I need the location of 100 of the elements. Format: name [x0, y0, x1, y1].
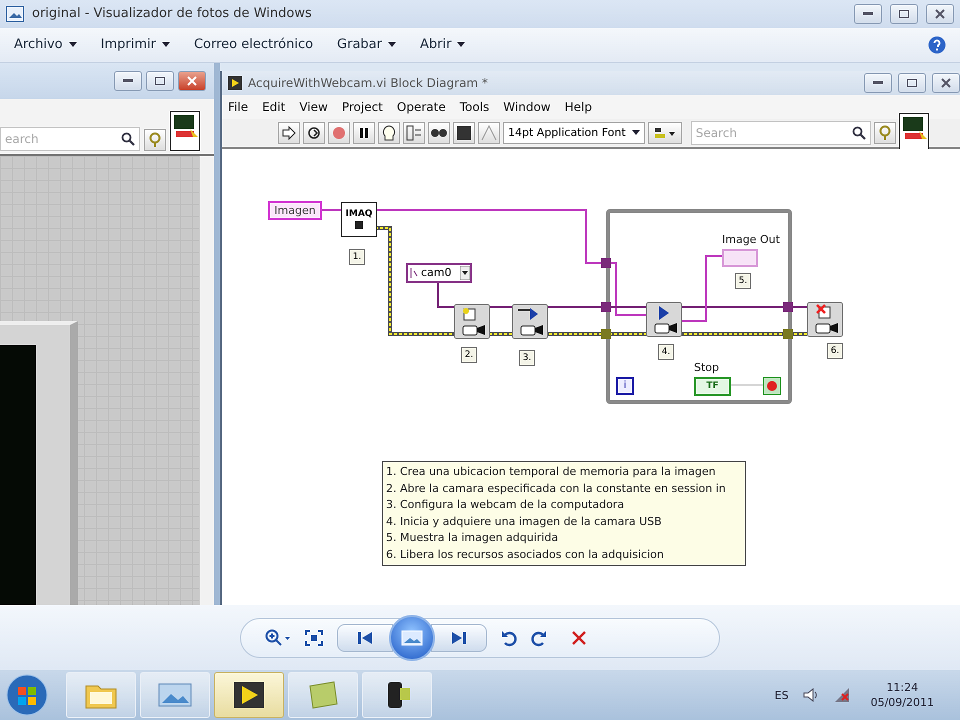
next-button[interactable] — [431, 624, 487, 652]
maximize-button[interactable] — [890, 4, 918, 24]
run-arrow-icon — [281, 124, 297, 141]
minimize-button[interactable] — [854, 4, 882, 24]
taskbar-button[interactable] — [214, 672, 284, 718]
close-icon — [941, 78, 951, 88]
tunnel — [601, 258, 611, 268]
rotate-right-button[interactable] — [531, 628, 547, 647]
language-indicator: ES — [774, 688, 789, 702]
search-icon — [121, 132, 135, 146]
run-continuously-icon — [306, 124, 322, 141]
menu-item[interactable]: Correo electrónico — [194, 35, 314, 54]
maximize-icon — [907, 78, 917, 87]
maximize-button[interactable] — [146, 70, 174, 91]
menu-item[interactable]: Archivo — [14, 35, 77, 54]
align-button[interactable] — [648, 122, 682, 144]
camera-function-node — [807, 302, 843, 337]
close-icon — [187, 76, 197, 86]
tunnel — [601, 328, 611, 339]
delete-button[interactable] — [571, 630, 587, 646]
stop-control: TF — [694, 376, 731, 396]
iteration-terminal: i — [616, 376, 634, 395]
stop-terminal-icon — [763, 376, 781, 395]
abort-icon — [331, 124, 347, 141]
close-button[interactable] — [926, 4, 954, 24]
stop-label: Stop — [694, 360, 720, 374]
toolbar-button[interactable] — [378, 122, 400, 144]
menu-item[interactable]: Project — [342, 100, 383, 114]
dropdown-icon — [460, 266, 470, 280]
step-label: 2. — [461, 346, 477, 363]
window-title: AcquireWithWebcam.vi Block Diagram * — [248, 76, 489, 90]
menu-item[interactable]: Operate — [396, 100, 446, 114]
tunnel — [783, 302, 793, 312]
resource-icon — [410, 266, 418, 279]
step-label: 4. — [658, 344, 674, 360]
close-icon — [935, 8, 945, 19]
step-label: 1. — [349, 248, 365, 265]
toolbar-button[interactable] — [428, 122, 450, 144]
previous-button[interactable] — [337, 624, 393, 652]
font-dropdown[interactable]: 14pt Application Font — [503, 122, 645, 144]
maximize-icon — [899, 10, 909, 18]
imaq-create-node: IMAQ — [341, 202, 377, 237]
photo-viewer-icon — [158, 681, 192, 710]
photo-viewer-icon — [6, 6, 24, 22]
speaker-icon — [802, 688, 819, 702]
actual-size-button[interactable] — [305, 630, 323, 646]
start-button[interactable] — [6, 674, 48, 716]
previous-icon — [357, 632, 373, 644]
menu-item[interactable]: Imprimir — [100, 35, 170, 54]
menu-item[interactable]: View — [299, 100, 328, 114]
film-play-icon — [232, 680, 266, 710]
clock[interactable]: 11:24 05/09/2011 — [864, 680, 940, 710]
step-label: 5. — [735, 272, 751, 289]
indicator-label: Image Out — [722, 232, 780, 246]
search-icon — [852, 126, 866, 140]
maximize-button[interactable] — [898, 72, 926, 93]
close-button[interactable] — [932, 72, 960, 93]
zoom-icon — [265, 628, 291, 647]
image-indicator — [722, 248, 758, 267]
context-help-button[interactable] — [144, 128, 166, 151]
play-icon — [228, 76, 242, 90]
camera-function-node — [646, 302, 682, 337]
minimize-icon — [123, 79, 133, 82]
camera-function-node — [512, 304, 548, 339]
minimize-button[interactable] — [864, 72, 892, 93]
minimize-icon — [863, 12, 873, 16]
minimize-icon — [873, 81, 883, 84]
zoom-button[interactable] — [265, 628, 291, 647]
context-help-button[interactable] — [874, 122, 896, 144]
toolbar-button[interactable] — [303, 122, 325, 144]
toolbar-button[interactable] — [403, 122, 425, 144]
delete-icon — [571, 630, 587, 646]
menu-item[interactable]: Window — [503, 100, 551, 114]
toolbar-button[interactable] — [353, 122, 375, 144]
tunnel — [783, 328, 793, 339]
menu-item[interactable]: Edit — [262, 100, 286, 114]
caret-icon — [632, 130, 640, 136]
camera-function-node — [454, 304, 490, 339]
comment-text: 1. Crea una ubicacion temporal de memoria para la imagen 2. Abre la camara especificada con la constante en session in 3. Configura la webcam de la computadora 4. Inicia y adquiere una imagen de la camara USB 5. Muestra la imagen adquirida 6. Libera los recursos asociados con la adquisicion — [382, 460, 746, 566]
toolbar-button[interactable] — [278, 122, 300, 144]
menu-item[interactable]: Abrir — [420, 35, 466, 54]
rotate-left-icon — [501, 628, 517, 647]
menu-item[interactable]: Tools — [460, 100, 490, 114]
step-out-icon — [481, 124, 497, 141]
menu-item[interactable]: File — [228, 100, 248, 114]
rotate-left-button[interactable] — [501, 628, 517, 647]
vi-icon — [170, 110, 200, 151]
close-button[interactable] — [178, 70, 206, 91]
slideshow-button[interactable] — [389, 614, 435, 661]
menu-item[interactable]: Help — [564, 100, 592, 114]
toolbar-button[interactable] — [453, 122, 475, 144]
rotate-right-icon — [531, 628, 547, 647]
minimize-button[interactable] — [114, 70, 142, 91]
square-icon — [355, 221, 363, 230]
step-over-icon — [456, 124, 472, 141]
menu-item[interactable]: Grabar — [337, 35, 396, 54]
window-title: original - Visualizador de fotos de Windows — [32, 6, 313, 22]
retain-wire-icon — [406, 124, 422, 141]
next-icon — [451, 632, 467, 644]
step-label: 6. — [827, 342, 843, 359]
